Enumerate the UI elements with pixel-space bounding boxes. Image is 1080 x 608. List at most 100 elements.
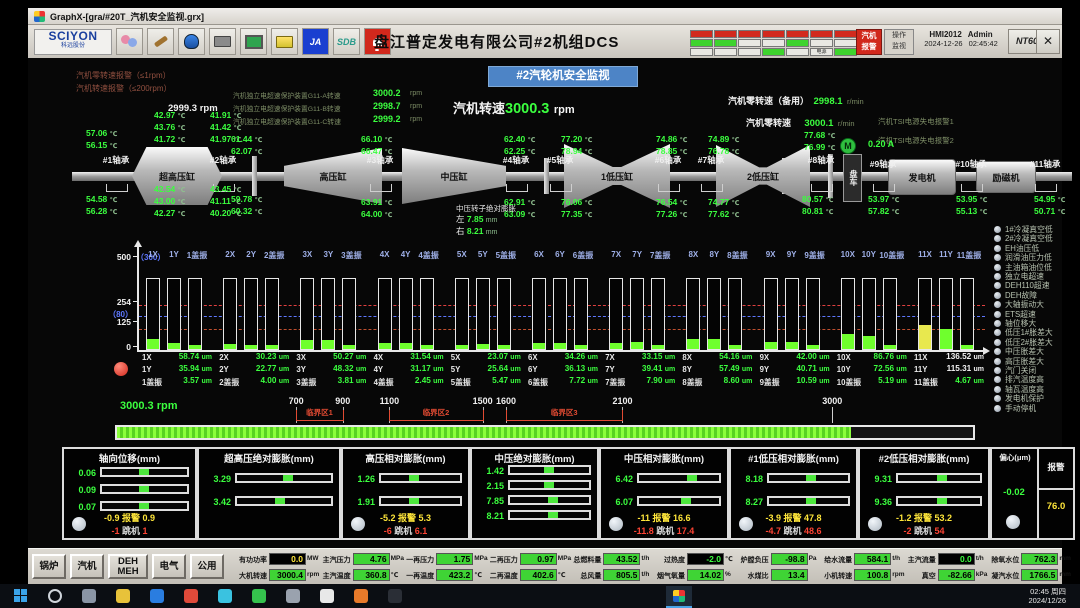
ip-expansion-title: 中压转子绝对膨胀: [456, 203, 566, 214]
value-1X: 58.74 um: [160, 352, 212, 362]
bar-7X: [609, 278, 623, 350]
metric-unit: rpm: [307, 571, 319, 580]
value-label-7X: 7X: [605, 353, 615, 362]
bar-fill: [322, 340, 334, 349]
bar-7Y: [630, 278, 644, 350]
alarm-grid-cell[interactable]: [834, 30, 857, 38]
zone-tick: [389, 410, 390, 421]
alarm-grid-cell[interactable]: [690, 30, 713, 38]
file-explorer-icon[interactable]: [116, 589, 130, 603]
gauge-marker: [275, 498, 285, 504]
folder-icon[interactable]: [271, 28, 298, 55]
alarm-grid-cell[interactable]: [786, 39, 809, 47]
bar-label-2盖振: 2盖振: [257, 250, 291, 260]
tools-icon[interactable]: [147, 28, 174, 55]
metric-unit: MW: [307, 555, 319, 564]
sdb-icon[interactable]: SDB: [333, 28, 360, 55]
alarm-grid-cell[interactable]: [690, 39, 713, 47]
status-item: 手动停机: [994, 403, 1036, 414]
alarm-grid-cell[interactable]: [738, 48, 761, 56]
temp-value: 80.57 ℃: [802, 194, 834, 206]
alarm-grid-cell[interactable]: [810, 30, 833, 38]
value-label-5盖振: 5盖振: [451, 377, 471, 388]
status-lamp: [994, 226, 1001, 233]
ip-expansion-row: 左 7.85 mm: [456, 214, 566, 226]
nav-button-2[interactable]: 汽机: [70, 554, 104, 579]
alarm-grid-cell[interactable]: [714, 30, 737, 38]
alarm-grid-cell[interactable]: [762, 39, 785, 47]
alarm-grid-cell[interactable]: 电源: [810, 48, 833, 56]
store-icon[interactable]: [252, 589, 266, 603]
alarm-grid-cell[interactable]: [738, 39, 761, 47]
status-lamp: [994, 264, 1001, 271]
alarm-grid-cell[interactable]: [834, 48, 857, 56]
bar-fill: [919, 325, 931, 349]
gauge-value: 9.31: [862, 474, 892, 484]
alarm-grid-cell[interactable]: [690, 48, 713, 56]
temps-bearing1-top: 57.06 ℃56.15 ℃: [86, 128, 118, 152]
os-taskbar[interactable]: 02:45 周四 2024/12/26: [0, 584, 1080, 608]
panel-title: 轴向位移(mm): [64, 451, 195, 465]
metric-label: 除氧水位: [988, 555, 1019, 564]
nav-button-1[interactable]: 锅炉: [32, 554, 66, 579]
taskbar-clock[interactable]: 02:45 周四 2024/12/26: [1028, 587, 1066, 605]
settings-icon[interactable]: [286, 589, 300, 603]
edge-browser-icon[interactable]: [150, 589, 164, 603]
gauge-bar: [767, 473, 850, 483]
bar-fill: [477, 344, 489, 349]
value-8Y: 57.49 um: [700, 364, 752, 374]
toolbar-icons: JASDB: [116, 28, 391, 55]
status-lamp: [994, 348, 1001, 355]
media-icon[interactable]: [354, 589, 368, 603]
close-button[interactable]: ✕: [1036, 29, 1060, 54]
metric-label: 主汽温度: [320, 571, 351, 580]
turbine-alarm-button[interactable]: 汽机 报警: [856, 29, 882, 55]
alarm-grid-cell[interactable]: [714, 48, 737, 56]
alarm-grid-cell[interactable]: [786, 30, 809, 38]
search-icon[interactable]: [48, 589, 62, 603]
alarm-grid-cell[interactable]: [786, 48, 809, 56]
start-icon[interactable]: [14, 589, 28, 603]
plant-title: 盘江普定发电有限公司#2机组DCS: [374, 31, 619, 52]
nav-button-5[interactable]: 公用: [190, 554, 224, 579]
bar-1Y: [167, 278, 181, 350]
window-titlebar[interactable]: GraphX-[gra/#20T_汽机安全监视.grx]: [28, 8, 1062, 25]
database-icon[interactable]: [178, 28, 205, 55]
terminal-icon[interactable]: [388, 589, 402, 603]
g11-unit: rpm: [410, 103, 422, 110]
temp-value: 56.15 ℃: [86, 140, 118, 152]
alarm-grid-cell[interactable]: [810, 39, 833, 47]
alarm-grid-cell[interactable]: [738, 30, 761, 38]
nav-button-3[interactable]: DEHMEH: [108, 554, 148, 579]
taskview-icon[interactable]: [82, 589, 96, 603]
bar-9盖振: [806, 278, 820, 350]
chrome-icon[interactable]: [184, 589, 198, 603]
monitor-icon[interactable]: [240, 28, 267, 55]
alarm-grid-cell[interactable]: [834, 39, 857, 47]
gauge-value: 7.85: [474, 496, 504, 506]
chart-x-arrow: [983, 347, 990, 355]
panel-title: 中压相对膨胀(mm): [601, 451, 727, 465]
metric-unit: MPa: [391, 555, 403, 564]
alarm-summary-grid[interactable]: 电源: [690, 30, 857, 56]
bar-fill: [687, 339, 699, 349]
users-icon[interactable]: [116, 28, 143, 55]
ja-icon[interactable]: JA: [302, 28, 329, 55]
metric-value: 360.8: [353, 569, 390, 581]
temps-bearing7-bottom: 74.77 ℃77.62 ℃: [708, 197, 740, 221]
notepad-icon[interactable]: [320, 589, 334, 603]
status-lamp: [994, 292, 1001, 299]
alarm-grid-cell[interactable]: [762, 48, 785, 56]
graphx-taskbar-icon[interactable]: [666, 586, 692, 608]
alarm-grid-cell[interactable]: [714, 39, 737, 47]
ip-expansion-block: 中压转子绝对膨胀左 7.85 mm右 8.21 mm: [456, 203, 566, 239]
metric-label: 二再压力: [487, 555, 518, 564]
zone-line-1: [296, 420, 343, 421]
mail-icon[interactable]: [218, 589, 232, 603]
date-text: 2024-12-26: [924, 39, 962, 48]
nav-button-4[interactable]: 电气: [152, 554, 186, 579]
bearing-bracket-5: [550, 184, 572, 192]
temps-bearing9-bottom: 53.97 ℃57.82 ℃: [868, 194, 900, 218]
printer-icon[interactable]: [209, 28, 236, 55]
alarm-grid-cell[interactable]: [762, 30, 785, 38]
